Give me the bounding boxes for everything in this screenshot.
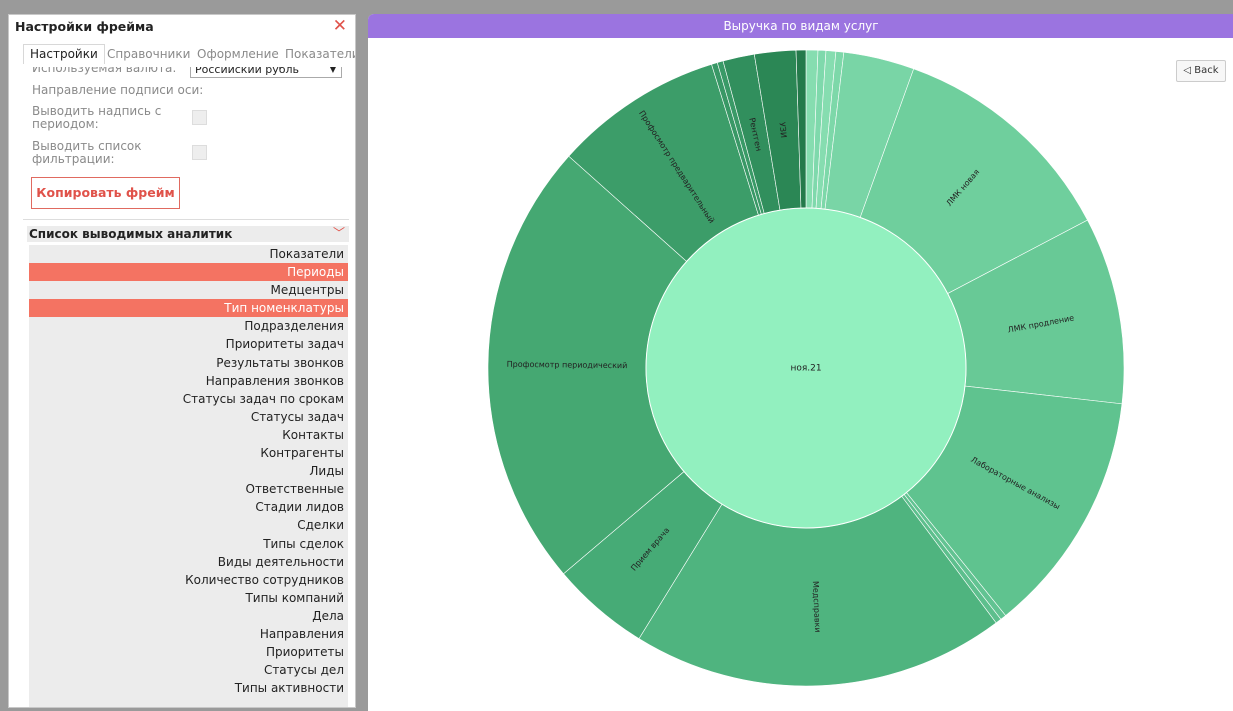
- list-item[interactable]: Статусы задач: [29, 408, 348, 426]
- list-item[interactable]: Периоды: [29, 263, 348, 282]
- sunburst-chart: ЛМК новаяЛМК продлениеЛабораторные анали…: [487, 49, 1125, 687]
- period-caption-label: Выводить надпись с периодом:: [32, 104, 162, 131]
- list-item[interactable]: Сделки: [29, 516, 348, 534]
- tab-settings[interactable]: Настройки: [23, 44, 105, 64]
- settings-tabs: Настройки Справочники Оформление Показат…: [23, 44, 355, 67]
- list-item[interactable]: Тип номенклатуры: [29, 299, 348, 318]
- filter-list-label: Выводить список фильтрации:: [32, 139, 142, 166]
- list-item[interactable]: Приоритеты задач: [29, 335, 348, 353]
- list-item[interactable]: Статусы задач по срокам: [29, 390, 348, 408]
- analytics-list-header[interactable]: Список выводимых аналитик ﹀: [27, 226, 349, 242]
- currency-select-value: Российский рубль: [195, 67, 300, 76]
- list-item[interactable]: Подразделения: [29, 317, 348, 335]
- list-item[interactable]: Направления звонков: [29, 372, 348, 390]
- segment-label: Профосмотр периодический: [507, 360, 628, 370]
- tab-indicators[interactable]: Показатели: [285, 47, 355, 61]
- frame-settings-panel: Настройки фрейма ✕ Настройки Справочники…: [8, 14, 356, 708]
- list-item[interactable]: Приоритеты: [29, 643, 348, 661]
- axis-direction-label: Направление подписи оси:: [32, 83, 204, 97]
- list-item[interactable]: Результаты звонков: [29, 354, 348, 372]
- period-caption-checkbox[interactable]: [192, 110, 207, 125]
- settings-form: Используемая валюта: Российский рубль ▼ …: [9, 67, 355, 179]
- list-item[interactable]: Стадии лидов: [29, 498, 348, 516]
- chevron-down-icon[interactable]: ﹀: [333, 225, 345, 241]
- list-item[interactable]: Контрагенты: [29, 444, 348, 462]
- tab-appearance[interactable]: Оформление: [197, 47, 279, 61]
- list-item[interactable]: Ответственные: [29, 480, 348, 498]
- list-item[interactable]: Лиды: [29, 462, 348, 480]
- analytics-list: Показатели Периоды Медцентры Тип номенклату…: [29, 245, 348, 707]
- analytics-list-title: Список выводимых аналитик: [29, 227, 233, 241]
- chart-panel: Выручка по видам услуг ◁ Back ЛМК новая Л…: [368, 14, 1233, 711]
- list-item[interactable]: Количество сотрудников: [29, 571, 348, 589]
- filter-list-checkbox[interactable]: [192, 145, 207, 160]
- currency-label: Используемая валюта:: [32, 67, 177, 75]
- segment-label: УЗИ: [778, 122, 789, 139]
- panel-title: Настройки фрейма: [15, 19, 154, 34]
- list-item[interactable]: Виды деятельности: [29, 553, 348, 571]
- list-item[interactable]: Медцентры: [29, 281, 348, 299]
- currency-select[interactable]: Российский рубль ▼: [190, 67, 342, 78]
- list-item[interactable]: Типы компаний: [29, 589, 348, 607]
- list-item[interactable]: Статусы дел: [29, 661, 348, 679]
- copy-frame-button[interactable]: Копировать фрейм: [31, 177, 180, 209]
- list-item[interactable]: Типы активности: [29, 679, 348, 697]
- chevron-down-icon: ▼: [329, 67, 336, 74]
- list-item[interactable]: Дела: [29, 607, 348, 625]
- center-label: ноя.21: [790, 364, 821, 374]
- close-icon[interactable]: ✕: [333, 16, 347, 36]
- list-item[interactable]: Контакты: [29, 426, 348, 444]
- list-item[interactable]: Показатели: [29, 245, 348, 263]
- list-item[interactable]: Направления: [29, 625, 348, 643]
- tab-directories[interactable]: Справочники: [107, 47, 190, 61]
- divider: [23, 219, 349, 220]
- list-item[interactable]: Типы сделок: [29, 535, 348, 553]
